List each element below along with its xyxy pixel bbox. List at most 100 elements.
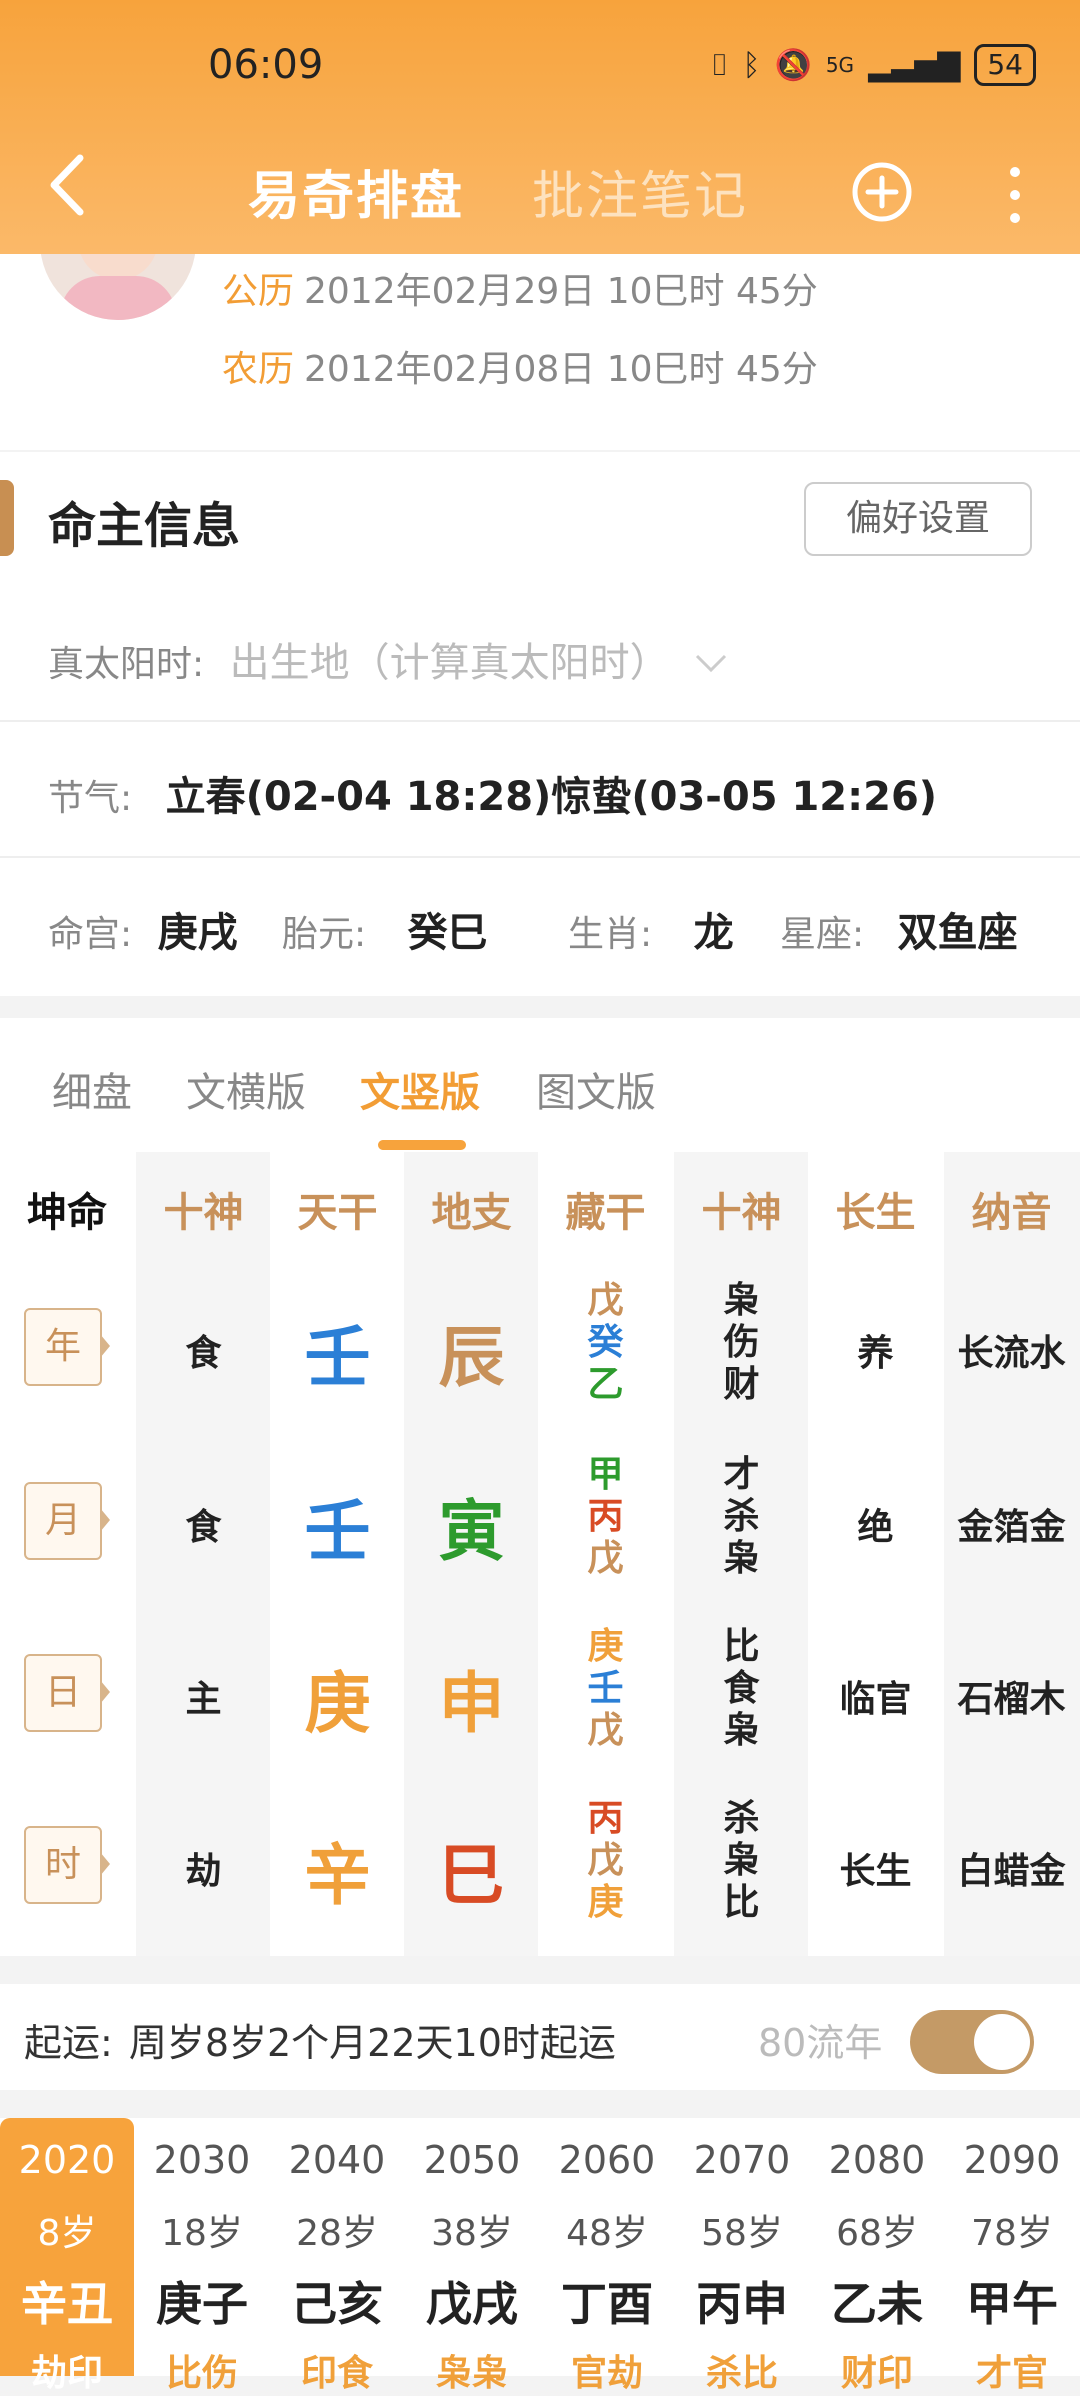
- dizhi-cell: 寅: [438, 1493, 505, 1570]
- dayun-ganzhi: 丙申: [696, 2277, 788, 2331]
- pillar-label[interactable]: 日: [24, 1654, 110, 1732]
- minggong-row: 命宫: 庚戌: [48, 900, 238, 958]
- pillar-label[interactable]: 年: [24, 1308, 110, 1386]
- tab-paipan[interactable]: 易奇排盘: [248, 154, 464, 229]
- canggan-shishen-char: 枭: [723, 1710, 760, 1751]
- tiangan-cell: 辛: [304, 1837, 371, 1914]
- header-changsheng: 长生: [835, 1190, 916, 1236]
- canggan-shishen-char: 食: [723, 1668, 760, 1709]
- shishen-cell: 食: [185, 1333, 222, 1374]
- tab-wenshu[interactable]: 文竖版: [360, 1060, 480, 1118]
- canggan-shishen-char: 杀: [723, 1496, 760, 1537]
- nayin-cell: 金箔金: [957, 1507, 1066, 1548]
- xingzuo-row: 星座: 双鱼座: [780, 900, 1018, 958]
- canggan-shishen-cell: 才杀枭: [674, 1454, 809, 1580]
- qiyun-row: 起运: 周岁8岁2个月22天10时起运 80流年: [0, 1984, 1080, 2090]
- dayun-shishen: 印食: [300, 2353, 373, 2394]
- minggong-value: 庚戌: [157, 910, 238, 956]
- section-title: 命主信息: [48, 498, 241, 554]
- lunar-date-row: 农历 2012年02月08日 10巳时 45分: [222, 340, 818, 392]
- solar-date-row: 公历 2012年02月29日 10巳时 45分: [222, 262, 818, 314]
- dayun-shishen: 财印: [840, 2353, 913, 2394]
- nfc-icon: ⌷: [710, 47, 729, 83]
- column-shade: [136, 1152, 270, 1956]
- shengxiao-row: 生肖: 龙: [568, 900, 734, 958]
- dayun-year: 2070: [693, 2138, 791, 2182]
- back-arrow-icon[interactable]: [44, 150, 94, 220]
- bluetooth-icon: ᛒ: [742, 47, 761, 83]
- tab-xipan[interactable]: 细盘: [52, 1060, 132, 1118]
- dayun-age: 8岁: [37, 2213, 97, 2254]
- dayun-ganzhi: 甲午: [966, 2277, 1058, 2331]
- xingzuo-label: 星座:: [780, 914, 865, 955]
- qiyun-text: 起运: 周岁8岁2个月22天10时起运: [24, 2012, 616, 2067]
- network-label: 5G: [825, 53, 855, 77]
- qiyun-value: 周岁8岁2个月22天10时起运: [128, 2021, 616, 2065]
- tab-notes[interactable]: 批注笔记: [532, 154, 748, 229]
- canggan-char: 戊: [587, 1280, 624, 1321]
- dayun-shishen: 劫印: [30, 2353, 103, 2394]
- dayun-item[interactable]: 2060 48岁 丁酉 官劫: [540, 2118, 674, 2394]
- canggan-shishen-char: 伤: [723, 1322, 760, 1363]
- header-canggan: 藏干: [565, 1190, 646, 1236]
- canggan-char: 庚: [587, 1626, 624, 1667]
- header-kunming: 坤命: [27, 1190, 107, 1236]
- tab-tuwen[interactable]: 图文版: [536, 1060, 656, 1118]
- dayun-shishen: 枭枭: [435, 2353, 508, 2394]
- canggan-shishen-char: 杀: [723, 1798, 760, 1839]
- canggan-char: 戊: [587, 1710, 624, 1751]
- canggan-shishen-cell: 枭伤财: [674, 1280, 809, 1406]
- canggan-char: 丙: [587, 1798, 624, 1839]
- canggan-char: 乙: [587, 1364, 624, 1405]
- changsheng-cell: 长生: [839, 1851, 912, 1892]
- tiangan-cell: 壬: [304, 1319, 371, 1396]
- header-shishen: 十神: [163, 1190, 244, 1236]
- dayun-age: 68岁: [836, 2213, 918, 2254]
- dayun-item[interactable]: 2070 58岁 丙申 杀比: [675, 2118, 809, 2394]
- pillar-label[interactable]: 月: [24, 1482, 110, 1560]
- tiangan-cell: 庚: [304, 1665, 371, 1742]
- dayun-shishen: 杀比: [705, 2353, 778, 2394]
- status-icons: ⌷ ᛒ 🔕 5G ▂▃▅▇ 54: [710, 44, 1036, 86]
- dayun-ganzhi: 丁酉: [561, 2277, 653, 2331]
- dayun-item[interactable]: 2080 68岁 乙未 财印: [810, 2118, 944, 2394]
- changsheng-cell: 临官: [839, 1679, 912, 1720]
- lunar-value: 2012年02月08日 10巳时 45分: [304, 349, 818, 390]
- signal-icon: ▂▃▅▇: [868, 47, 961, 83]
- canggan-char: 壬: [587, 1668, 624, 1709]
- shengxiao-label: 生肖:: [568, 914, 653, 955]
- header-canggan-shishen: 十神: [701, 1190, 782, 1236]
- liunian-toggle[interactable]: [910, 2010, 1034, 2074]
- dayun-shishen: 官劫: [570, 2353, 643, 2394]
- preference-button[interactable]: 偏好设置: [804, 482, 1032, 556]
- canggan-shishen-char: 枭: [723, 1840, 760, 1881]
- dayun-year: 2020: [18, 2138, 116, 2182]
- dayun-item[interactable]: 2020 8岁 辛丑 劫印: [0, 2118, 134, 2394]
- tab-wenheng[interactable]: 文横版: [186, 1060, 306, 1118]
- jieqi-value: 立春(02-04 18:28)惊蛰(03-05 12:26): [165, 774, 938, 820]
- lunar-label: 农历: [222, 349, 295, 390]
- add-circle-icon[interactable]: [850, 160, 914, 224]
- taiyuan-value: 癸巳: [407, 910, 488, 956]
- shengxiao-value: 龙: [693, 910, 734, 956]
- canggan-shishen-char: 比: [723, 1626, 760, 1667]
- section-accent: [0, 480, 14, 556]
- canggan-shishen-char: 枭: [723, 1538, 760, 1579]
- canggan-char: 癸: [587, 1322, 624, 1363]
- header-tiangan: 天干: [297, 1190, 378, 1236]
- true-solar-value: 出生地（计算真太阳时）: [229, 640, 670, 686]
- dayun-item[interactable]: 2050 38岁 戊戌 枭枭: [405, 2118, 539, 2394]
- divider: [0, 856, 1080, 858]
- pillar-label[interactable]: 时: [24, 1826, 110, 1904]
- true-solar-row[interactable]: 真太阳时: 出生地（计算真太阳时）: [48, 630, 729, 688]
- divider: [0, 720, 1080, 722]
- more-vertical-icon[interactable]: [1000, 160, 1030, 230]
- dayun-item[interactable]: 2030 18岁 庚子 比伤: [135, 2118, 269, 2394]
- qiyun-label: 起运:: [24, 2021, 113, 2065]
- dayun-item[interactable]: 2090 78岁 甲午 才官: [945, 2118, 1079, 2394]
- canggan-shishen-char: 财: [723, 1364, 760, 1405]
- mute-icon: 🔕: [774, 47, 812, 83]
- dayun-ganzhi: 戊戌: [426, 2277, 518, 2331]
- dayun-item[interactable]: 2040 28岁 己亥 印食: [270, 2118, 404, 2394]
- solar-label: 公历: [222, 271, 295, 312]
